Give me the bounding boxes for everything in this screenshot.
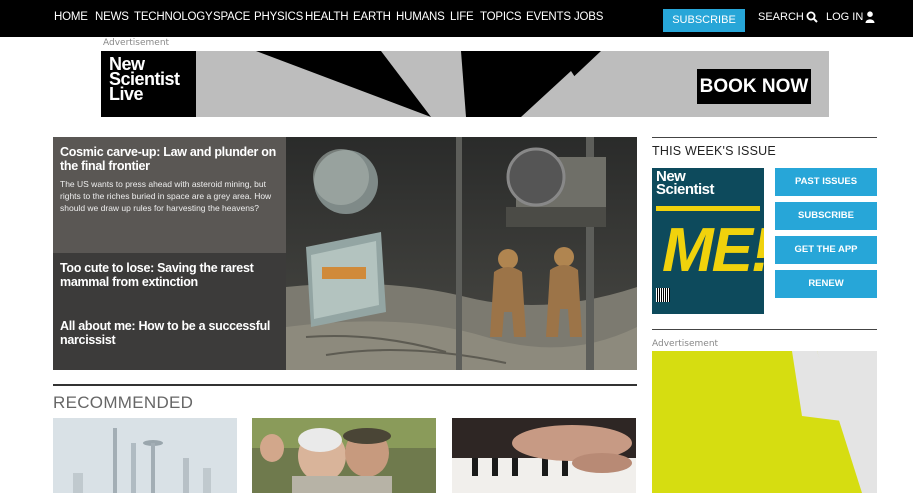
search-label: SEARCH	[758, 11, 804, 23]
hero-main-story[interactable]: Cosmic carve-up: Law and plunder on the …	[53, 137, 286, 253]
elderly-friends-image	[252, 418, 436, 493]
nav-news[interactable]: NEWS	[95, 11, 129, 23]
section-divider	[53, 384, 637, 386]
nav-jobs[interactable]: JOBS	[574, 11, 603, 23]
nav-home[interactable]: HOME	[54, 11, 88, 23]
advertisement-label: Advertisement	[103, 38, 170, 48]
brand-line-3: Live	[109, 84, 144, 104]
hero-secondary-stories: Too cute to lose: Saving the rarest mamm…	[53, 253, 286, 370]
renew-button[interactable]: RENEW	[775, 270, 877, 298]
cover-logo: New Scientist	[656, 169, 715, 198]
magazine-cover[interactable]: New Scientist ME!	[652, 168, 764, 314]
city-skyline-image	[53, 418, 237, 493]
advertisement-label: Advertisement	[652, 339, 719, 349]
nav-technology[interactable]: TECHNOLOGY	[134, 11, 213, 23]
banner-advertisement[interactable]: New Scientist Live BOOK NOW	[101, 51, 829, 117]
nav-health[interactable]: HEALTH	[305, 11, 349, 23]
cover-logo-line-2: Scientist	[656, 181, 715, 198]
sidebar-divider	[652, 137, 877, 138]
search-icon	[806, 11, 818, 23]
nav-events[interactable]: EVENTS	[526, 11, 571, 23]
cover-headline: ME!	[662, 216, 764, 285]
hero-main-headline[interactable]: Cosmic carve-up: Law and plunder on the …	[60, 145, 279, 173]
search-link[interactable]: SEARCH	[758, 11, 818, 23]
sidebar-subscribe-button[interactable]: SUBSCRIBE	[775, 202, 877, 230]
get-the-app-button[interactable]: GET THE APP	[775, 236, 877, 264]
nav-physics[interactable]: PHYSICS	[254, 11, 303, 23]
nav-humans[interactable]: HUMANS	[396, 11, 445, 23]
new-scientist-live-logo: New Scientist Live	[109, 55, 180, 104]
past-issues-button[interactable]: PAST ISSUES	[775, 168, 877, 196]
barcode-icon	[656, 288, 670, 302]
user-icon	[865, 11, 875, 23]
sidebar-ad-graphic	[652, 351, 877, 493]
top-navigation: HOME NEWS TECHNOLOGY SPACE PHYSICS HEALT…	[0, 0, 913, 37]
nav-space[interactable]: SPACE	[213, 11, 250, 23]
hero-section: Cosmic carve-up: Law and plunder on the …	[53, 137, 637, 370]
this-weeks-issue-heading: THIS WEEK'S ISSUE	[652, 144, 776, 158]
nav-life[interactable]: LIFE	[450, 11, 474, 23]
book-now-button[interactable]: BOOK NOW	[697, 69, 811, 104]
hero-illustration[interactable]	[286, 137, 637, 370]
recommended-thumbnail[interactable]	[252, 418, 436, 493]
login-link[interactable]: LOG IN	[826, 11, 875, 23]
hero-main-summary: The US wants to press ahead with asteroi…	[60, 179, 272, 213]
login-label: LOG IN	[826, 11, 864, 23]
hero-secondary-headline[interactable]: Too cute to lose: Saving the rarest mamm…	[60, 261, 285, 289]
recommended-thumbnail[interactable]	[53, 418, 237, 493]
recommended-heading: RECOMMENDED	[53, 393, 194, 412]
cover-strip	[656, 206, 760, 211]
hero-secondary-headline[interactable]: All about me: How to be a successful nar…	[60, 319, 285, 347]
subscribe-button[interactable]: SUBSCRIBE	[663, 9, 745, 32]
sidebar-divider	[652, 329, 877, 330]
recommended-thumbnail[interactable]	[452, 418, 636, 493]
nav-earth[interactable]: EARTH	[353, 11, 391, 23]
nav-topics[interactable]: TOPICS	[480, 11, 522, 23]
piano-hands-image	[452, 418, 636, 493]
sidebar-advertisement[interactable]	[652, 351, 877, 493]
